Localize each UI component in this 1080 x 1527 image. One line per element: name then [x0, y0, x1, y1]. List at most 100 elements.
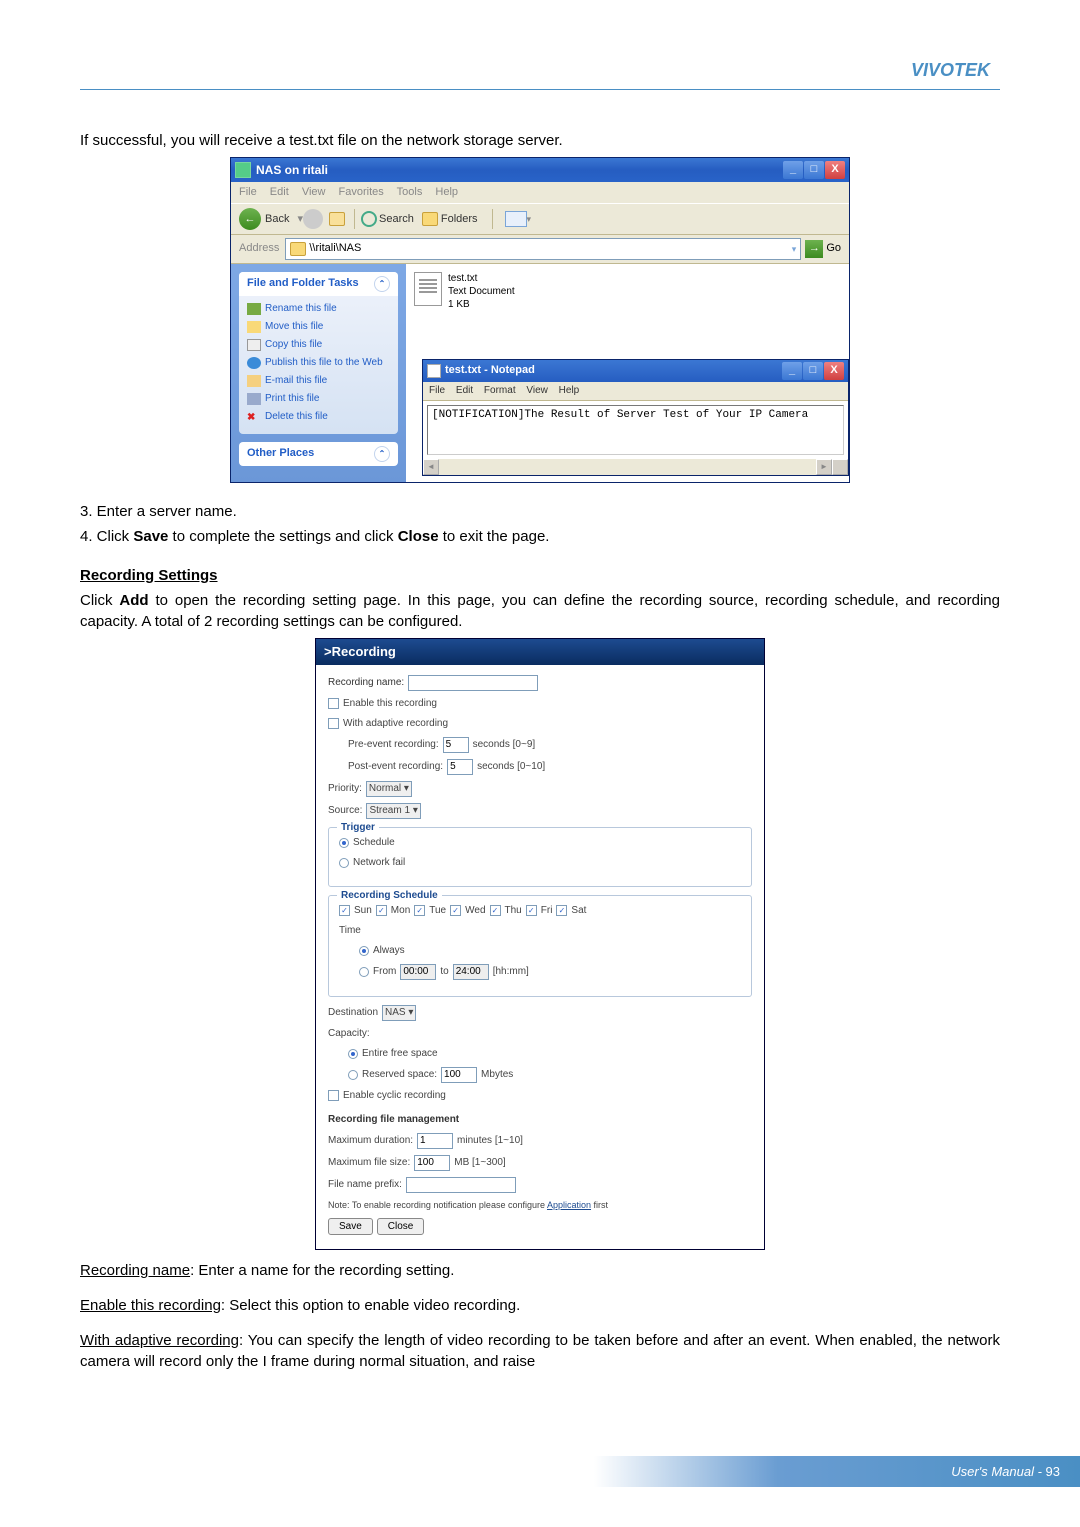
day-sun-checkbox[interactable]: ✓: [339, 905, 350, 916]
recording-name-input[interactable]: [408, 675, 538, 691]
scroll-grip-icon: [832, 459, 848, 475]
delete-icon: ✖: [247, 411, 261, 423]
tail-enable-recording: Enable this recording: Select this optio…: [80, 1295, 1000, 1316]
from-input[interactable]: [400, 964, 436, 980]
menu-edit[interactable]: Edit: [270, 186, 289, 198]
days-row: ✓Sun ✓Mon ✓Tue ✓Wed ✓Thu ✓Fri ✓Sat: [339, 904, 741, 918]
task-rename[interactable]: Rename this file: [247, 300, 390, 318]
from-radio[interactable]: [359, 967, 369, 977]
pre-event-hint: seconds [0~9]: [473, 738, 536, 752]
max-dur-hint: minutes [1~10]: [457, 1134, 523, 1148]
task-print[interactable]: Print this file: [247, 390, 390, 408]
np-menu-help[interactable]: Help: [559, 385, 580, 396]
notepad-scrollbar[interactable]: ◄ ►: [423, 459, 848, 475]
np-maximize-button[interactable]: □: [803, 362, 823, 380]
source-select[interactable]: Stream 1 ▾: [366, 803, 420, 819]
save-button[interactable]: Save: [328, 1218, 373, 1235]
np-menu-format[interactable]: Format: [484, 385, 516, 396]
up-folder-icon[interactable]: [329, 212, 345, 226]
back-icon[interactable]: ←: [239, 208, 261, 230]
enable-recording-checkbox[interactable]: [328, 698, 339, 709]
minimize-button[interactable]: _: [783, 161, 803, 179]
forward-icon[interactable]: [303, 209, 323, 229]
to-label: to: [440, 965, 448, 979]
scroll-left-icon[interactable]: ◄: [423, 459, 439, 475]
go-button[interactable]: →: [805, 240, 823, 258]
np-menu-edit[interactable]: Edit: [456, 385, 473, 396]
task-copy[interactable]: Copy this file: [247, 336, 390, 354]
address-input[interactable]: \\ritali\NAS ▾: [285, 238, 801, 259]
time-label: Time: [339, 924, 361, 938]
task-publish[interactable]: Publish this file to the Web: [247, 354, 390, 372]
pre-event-input[interactable]: [443, 737, 469, 753]
adaptive-checkbox[interactable]: [328, 718, 339, 729]
max-dur-input[interactable]: [417, 1133, 453, 1149]
max-size-input[interactable]: [414, 1155, 450, 1171]
np-minimize-button[interactable]: _: [782, 362, 802, 380]
views-icon[interactable]: [505, 211, 527, 227]
priority-select[interactable]: Normal ▾: [366, 781, 412, 797]
recording-panel-title: >Recording: [316, 639, 764, 665]
close-button-form[interactable]: Close: [377, 1218, 425, 1235]
address-bar: Address \\ritali\NAS ▾ → Go: [231, 235, 849, 263]
cyclic-checkbox[interactable]: [328, 1090, 339, 1101]
schedule-fieldset: Recording Schedule ✓Sun ✓Mon ✓Tue ✓Wed ✓…: [328, 895, 752, 997]
day-fri-checkbox[interactable]: ✓: [526, 905, 537, 916]
go-label: Go: [826, 241, 841, 256]
post-event-hint: seconds [0~10]: [477, 760, 545, 774]
search-label[interactable]: Search: [379, 212, 414, 227]
address-dropdown-icon[interactable]: ▾: [792, 243, 797, 256]
to-input[interactable]: [453, 964, 489, 980]
menu-file[interactable]: File: [239, 186, 257, 198]
print-icon: [247, 393, 261, 405]
day-sat-checkbox[interactable]: ✓: [556, 905, 567, 916]
notepad-content[interactable]: [NOTIFICATION]The Result of Server Test …: [427, 405, 844, 455]
explorer-title: NAS on ritali: [256, 162, 783, 179]
application-link[interactable]: Application: [547, 1200, 591, 1210]
folders-icon[interactable]: [422, 212, 438, 226]
post-event-input[interactable]: [447, 759, 473, 775]
source-label: Source:: [328, 804, 362, 818]
search-icon[interactable]: [361, 211, 377, 227]
np-menu-view[interactable]: View: [526, 385, 548, 396]
notepad-title: test.txt - Notepad: [445, 363, 782, 378]
file-item[interactable]: test.txt Text Document 1 KB: [414, 272, 841, 311]
close-button[interactable]: X: [825, 161, 845, 179]
trigger-schedule-label: Schedule: [353, 836, 395, 850]
maximize-button[interactable]: □: [804, 161, 824, 179]
np-menu-file[interactable]: File: [429, 385, 445, 396]
task-delete[interactable]: ✖Delete this file: [247, 408, 390, 426]
entire-space-radio[interactable]: [348, 1049, 358, 1059]
recording-name-label: Recording name:: [328, 676, 404, 690]
collapse-icon[interactable]: ⌃: [374, 276, 390, 292]
task-move[interactable]: Move this file: [247, 318, 390, 336]
reserved-space-radio[interactable]: [348, 1070, 358, 1080]
day-wed-checkbox[interactable]: ✓: [450, 905, 461, 916]
scroll-right-icon[interactable]: ►: [816, 459, 832, 475]
trigger-fieldset: Trigger Schedule Network fail: [328, 827, 752, 887]
day-mon-checkbox[interactable]: ✓: [376, 905, 387, 916]
destination-select[interactable]: NAS ▾: [382, 1005, 416, 1021]
menu-favorites[interactable]: Favorites: [339, 186, 384, 198]
folders-label[interactable]: Folders: [441, 212, 478, 227]
explorer-menubar: File Edit View Favorites Tools Help: [231, 182, 849, 203]
back-label[interactable]: Back: [265, 212, 289, 227]
np-close-button[interactable]: X: [824, 362, 844, 380]
reserved-space-input[interactable]: [441, 1067, 477, 1083]
collapse-icon[interactable]: ⌃: [374, 446, 390, 462]
explorer-toolbar: ← Back ▾ Search Folders ▾: [231, 203, 849, 235]
folder-app-icon: [235, 162, 251, 178]
day-tue-checkbox[interactable]: ✓: [414, 905, 425, 916]
max-dur-label: Maximum duration:: [328, 1134, 413, 1148]
menu-tools[interactable]: Tools: [397, 186, 423, 198]
max-size-hint: MB [1~300]: [454, 1156, 505, 1170]
trigger-netfail-radio[interactable]: [339, 858, 349, 868]
day-thu-checkbox[interactable]: ✓: [490, 905, 501, 916]
rec-intro: Click Add to open the recording setting …: [80, 590, 1000, 632]
task-email[interactable]: E-mail this file: [247, 372, 390, 390]
trigger-schedule-radio[interactable]: [339, 838, 349, 848]
menu-help[interactable]: Help: [435, 186, 458, 198]
menu-view[interactable]: View: [302, 186, 326, 198]
prefix-input[interactable]: [406, 1177, 516, 1193]
always-radio[interactable]: [359, 946, 369, 956]
